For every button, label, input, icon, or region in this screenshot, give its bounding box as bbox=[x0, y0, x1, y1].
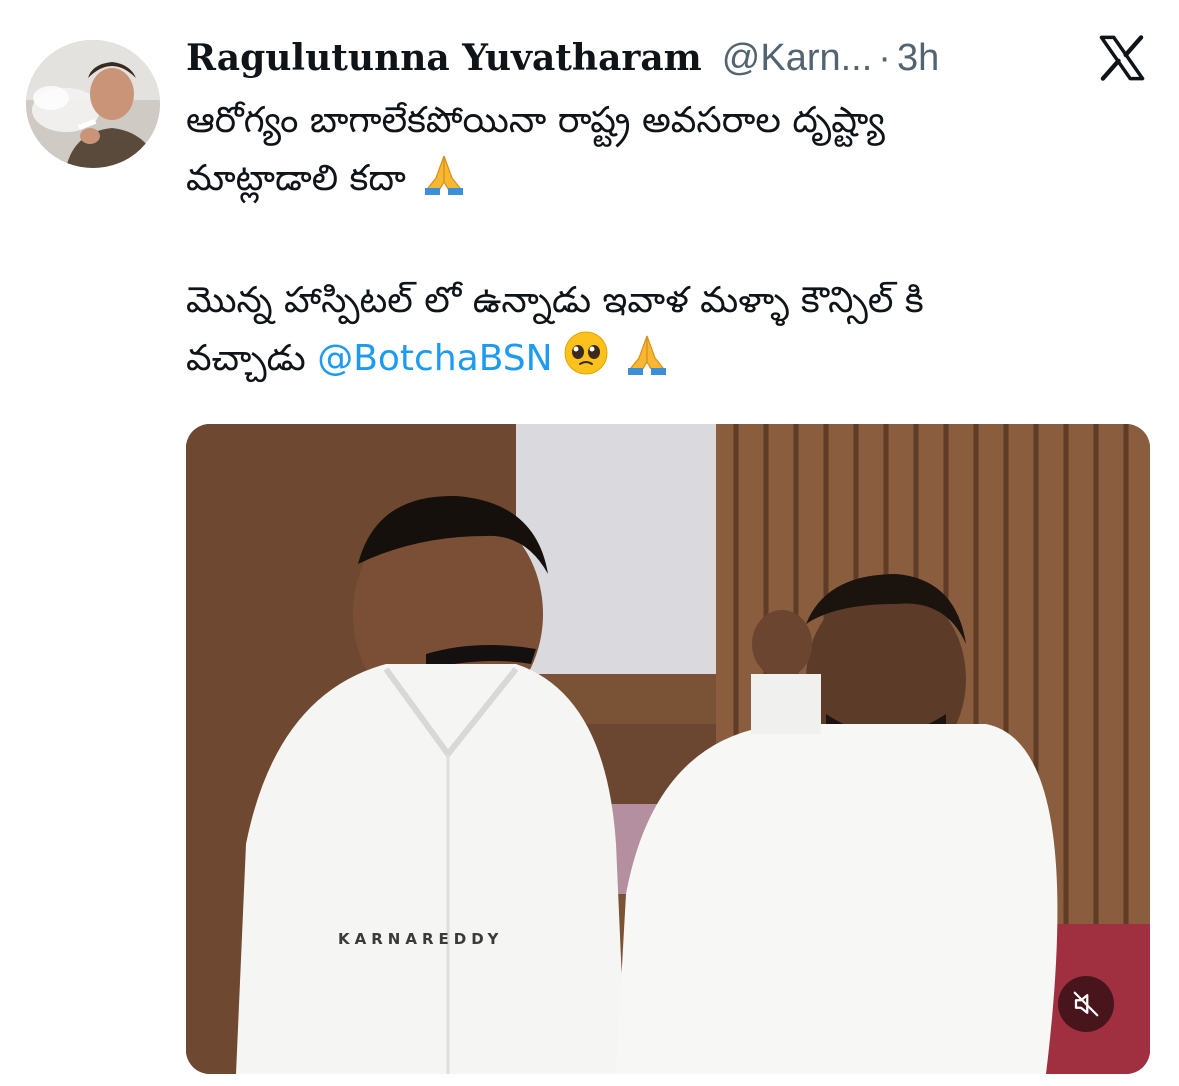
pleading-face-icon bbox=[563, 330, 609, 394]
speaker-muted-icon bbox=[1073, 991, 1099, 1017]
mute-button[interactable] bbox=[1058, 976, 1114, 1032]
timestamp[interactable]: 3h bbox=[897, 37, 939, 80]
tweet-header: Ragulutunna Yuvatharam @Karn... · 3h bbox=[186, 30, 939, 86]
tweet-text-line: ఆరోగ్యం బాగాలేకపోయినా రాష్ట్ర అవసరాల దృష… bbox=[186, 100, 885, 141]
video-watermark: KARNAREDDY bbox=[338, 930, 504, 948]
tweet-text: ఆరోగ్యం బాగాలేకపోయినా రాష్ట్ర అవసరాల దృష… bbox=[186, 92, 1146, 394]
tweet-video[interactable] bbox=[186, 424, 1150, 1074]
tweet-text-line: మొన్న హాస్పిటల్ లో ఉన్నాడు ఇవాళ మళ్ళా కౌ… bbox=[186, 280, 924, 321]
separator-dot: · bbox=[878, 36, 891, 79]
author-name[interactable]: Ragulutunna Yuvatharam bbox=[186, 37, 702, 79]
author-handle[interactable]: @Karn... bbox=[722, 37, 873, 80]
tweet-text-line: మాట్లాడాలి కదా bbox=[186, 150, 1146, 214]
folded-hands-icon bbox=[619, 332, 675, 394]
avatar[interactable] bbox=[26, 40, 160, 168]
x-logo-icon[interactable] bbox=[1096, 32, 1148, 84]
tweet-text-line: వచ్చాడు @BotchaBSN bbox=[186, 330, 1146, 394]
folded-hands-icon bbox=[416, 152, 472, 214]
mention-link[interactable]: @BotchaBSN bbox=[317, 338, 552, 379]
